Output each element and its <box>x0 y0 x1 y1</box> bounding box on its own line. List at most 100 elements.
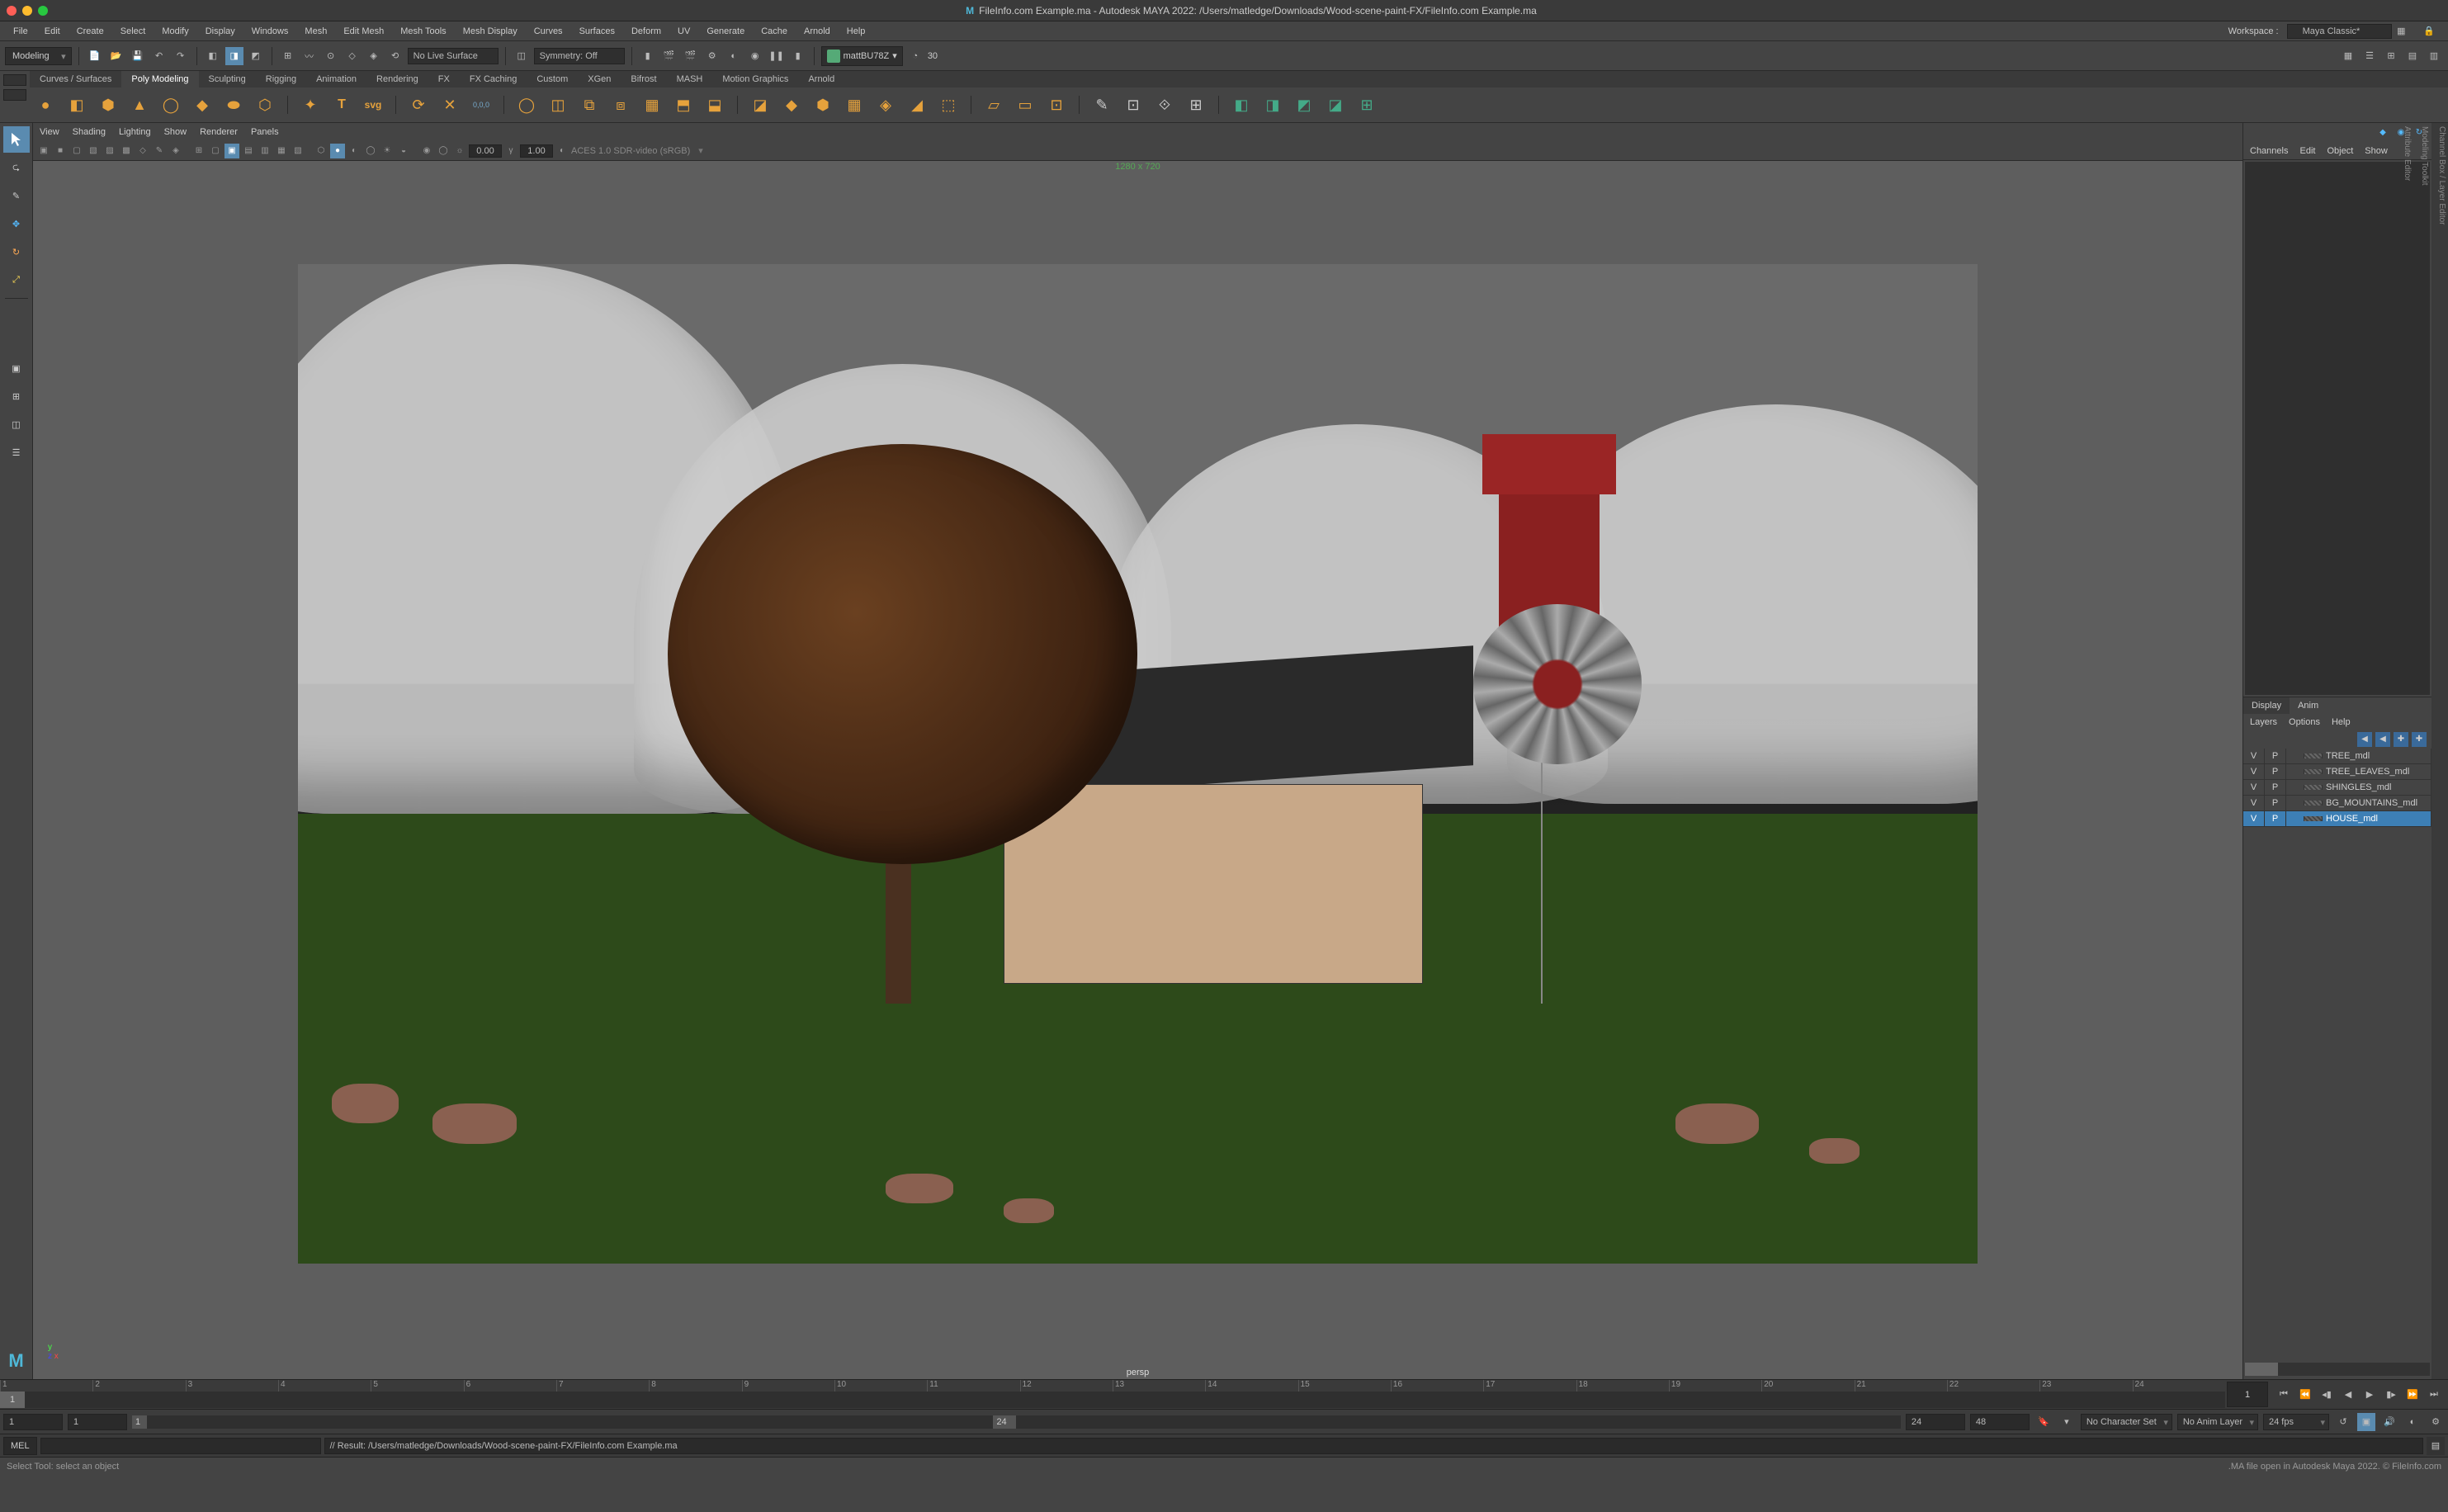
go-to-start-icon[interactable]: ⏮ <box>2275 1386 2293 1404</box>
side-tab-channelbox[interactable]: Channel Box / Layer Editor <box>2437 126 2446 1376</box>
menu-create[interactable]: Create <box>69 26 112 36</box>
layer-name[interactable]: TREE_mdl <box>2323 749 2431 763</box>
layer-color-swatch[interactable] <box>2304 769 2323 774</box>
prefs-icon[interactable]: ⚙ <box>2427 1413 2445 1431</box>
menu-mesh-display[interactable]: Mesh Display <box>455 26 526 36</box>
soft-select-icon[interactable]: ✕ <box>437 92 462 117</box>
character-set-dropdown[interactable]: No Character Set <box>2081 1414 2172 1430</box>
shelf-tab-curves[interactable]: Curves / Surfaces <box>30 71 121 87</box>
step-back-icon[interactable]: ◂▮ <box>2318 1386 2336 1404</box>
vp-grid-icon[interactable]: ⊞ <box>191 144 206 158</box>
toggle-pause-icon[interactable]: ❚❚ <box>768 47 786 65</box>
lock-icon[interactable]: 🔒 <box>2415 26 2443 36</box>
poly-cylinder-icon[interactable]: ⬢ <box>96 92 121 117</box>
play-backward-icon[interactable]: ◀ <box>2339 1386 2357 1404</box>
chevron-down-icon[interactable]: ▾ <box>692 145 710 156</box>
menu-mesh-tools[interactable]: Mesh Tools <box>392 26 454 36</box>
paint-select-tool-icon[interactable]: ✎ <box>3 182 30 209</box>
cached-playback-icon[interactable]: ◐ <box>2403 1413 2422 1431</box>
range-end-inner[interactable]: 24 <box>1906 1414 1965 1430</box>
shelf-custom-icon[interactable] <box>3 89 26 101</box>
vp-isolate-icon[interactable]: ◒ <box>396 144 411 158</box>
poly-type-icon[interactable]: T <box>329 92 354 117</box>
layer-move-up-icon[interactable]: ◀ <box>2357 732 2372 747</box>
shelf-tab-fxcaching[interactable]: FX Caching <box>460 71 527 87</box>
layer-playback-toggle[interactable]: P <box>2265 764 2286 779</box>
light-editor-icon[interactable]: ◉ <box>746 47 764 65</box>
vp-menu-shading[interactable]: Shading <box>73 127 106 137</box>
poly-count-icon[interactable]: ⊞ <box>1354 92 1379 117</box>
step-forward-key-icon[interactable]: ⏩ <box>2403 1386 2422 1404</box>
layer-display-type[interactable] <box>2286 754 2304 758</box>
toggle-stop-icon[interactable]: ▮ <box>789 47 807 65</box>
vp-safe-title-icon[interactable]: ▧ <box>291 144 305 158</box>
menu-cache[interactable]: Cache <box>753 26 796 36</box>
poly-svg-icon[interactable]: svg <box>361 92 385 117</box>
fps-dropdown[interactable]: 24 fps <box>2263 1414 2329 1430</box>
sculpt-icon[interactable]: ◢ <box>905 92 929 117</box>
open-scene-icon[interactable]: 📂 <box>107 47 125 65</box>
vp-shadows-icon[interactable]: ☀ <box>380 144 395 158</box>
reduce-icon[interactable]: ▦ <box>842 92 867 117</box>
layer-hscroll[interactable] <box>2245 1363 2430 1376</box>
panel-dope-icon[interactable]: ▤ <box>2403 47 2422 65</box>
menu-surfaces[interactable]: Surfaces <box>571 26 623 36</box>
layer-visibility-toggle[interactable]: V <box>2243 764 2265 779</box>
center-pivot-icon[interactable]: ◩ <box>1292 92 1316 117</box>
new-scene-icon[interactable]: 📄 <box>86 47 104 65</box>
bridge-icon[interactable]: ⬓ <box>702 92 727 117</box>
menu-mesh[interactable]: Mesh <box>296 26 335 36</box>
range-handle-left[interactable]: 1 <box>132 1415 147 1429</box>
menu-edit[interactable]: Edit <box>36 26 69 36</box>
snap-curve-icon[interactable]: 〰 <box>300 47 319 65</box>
menu-select[interactable]: Select <box>112 26 154 36</box>
vp-resolution-gate-icon[interactable]: ▣ <box>224 144 239 158</box>
offset-edge-icon[interactable]: ⊞ <box>1184 92 1208 117</box>
menu-uv[interactable]: UV <box>669 26 698 36</box>
live-surface-field[interactable]: No Live Surface <box>408 48 499 64</box>
shelf-menu-icon[interactable] <box>3 74 26 86</box>
move-tool-icon[interactable]: ✥ <box>3 210 30 237</box>
play-forward-icon[interactable]: ▶ <box>2361 1386 2379 1404</box>
panel-hypergraph-icon[interactable]: ▦ <box>2339 47 2357 65</box>
construction-history-icon[interactable]: ▮ <box>639 47 657 65</box>
layout-four-icon[interactable]: ⊞ <box>3 383 30 409</box>
shelf-tab-fx[interactable]: FX <box>428 71 460 87</box>
menu-edit-mesh[interactable]: Edit Mesh <box>335 26 392 36</box>
select-by-object-icon[interactable]: ◨ <box>225 47 243 65</box>
layer-playback-toggle[interactable]: P <box>2265 749 2286 763</box>
scale-tool-icon[interactable]: ⤢ <box>3 267 30 293</box>
shelf-tab-mograph[interactable]: Motion Graphics <box>712 71 798 87</box>
layer-playback-toggle[interactable]: P <box>2265 811 2286 826</box>
boolean-difference-icon[interactable]: ⧈ <box>608 92 633 117</box>
panel-channelbox-icon[interactable]: ▥ <box>2425 47 2443 65</box>
separate-icon[interactable]: ◫ <box>546 92 570 117</box>
shelf-tab-mash[interactable]: MASH <box>667 71 713 87</box>
vp-opt1-icon[interactable]: ▩ <box>119 144 134 158</box>
workspace-options-icon[interactable]: ▦ <box>2392 22 2410 40</box>
layer-display-type[interactable] <box>2286 785 2304 790</box>
extrude-icon[interactable]: ⬒ <box>671 92 696 117</box>
layer-menu-layers[interactable]: Layers <box>2250 717 2277 727</box>
layer-color-swatch[interactable] <box>2304 816 2323 821</box>
vp-exposure-value[interactable]: 0.00 <box>469 144 502 158</box>
viewport-3d[interactable]: 1280 x 720 <box>33 161 2242 1379</box>
vp-exposure-icon[interactable]: ☼ <box>452 144 467 158</box>
layer-playback-toggle[interactable]: P <box>2265 796 2286 810</box>
menu-help[interactable]: Help <box>839 26 874 36</box>
layer-move-down-icon[interactable]: ◀ <box>2375 732 2390 747</box>
menu-display[interactable]: Display <box>197 26 243 36</box>
rotate-tool-icon[interactable]: ↻ <box>3 239 30 265</box>
bevel-icon[interactable]: ◪ <box>748 92 773 117</box>
set-key-icon[interactable]: 🔖 <box>2034 1413 2053 1431</box>
connect-icon[interactable]: ⊡ <box>1044 92 1069 117</box>
select-by-component-icon[interactable]: ◩ <box>247 47 265 65</box>
side-tab-attribute-editor[interactable]: Attribute Editor <box>2403 126 2412 1376</box>
vp-2d-pan-icon[interactable]: ▧ <box>86 144 101 158</box>
layer-visibility-toggle[interactable]: V <box>2243 811 2265 826</box>
shelf-tab-sculpting[interactable]: Sculpting <box>199 71 256 87</box>
snap-point-icon[interactable]: ⊙ <box>322 47 340 65</box>
layer-menu-options[interactable]: Options <box>2289 717 2320 727</box>
script-editor-icon[interactable]: ▤ <box>2427 1437 2445 1455</box>
cb-menu-object[interactable]: Object <box>2327 146 2353 156</box>
